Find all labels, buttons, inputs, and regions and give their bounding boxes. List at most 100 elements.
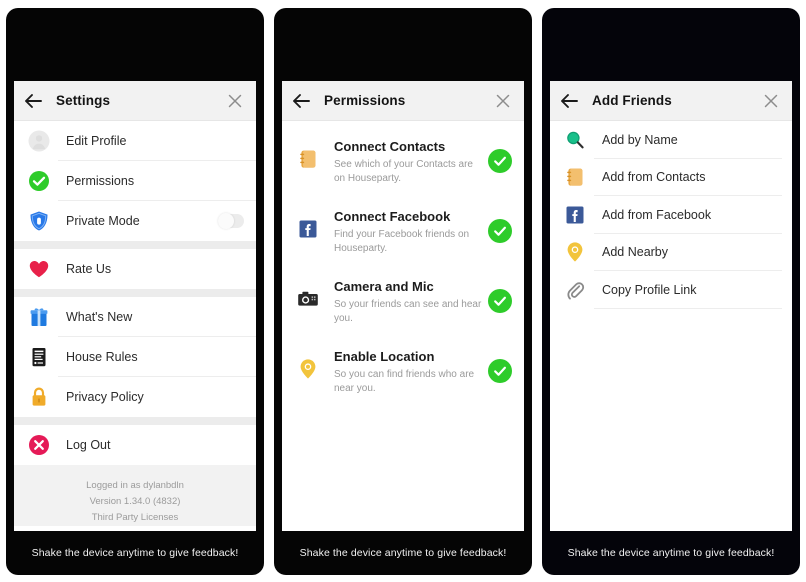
device-bezel-bottom: Shake the device anytime to give feedbac…	[6, 531, 264, 575]
permissions-header: Permissions	[282, 81, 524, 121]
red-heart-icon	[28, 258, 50, 280]
page-title: Settings	[56, 93, 111, 108]
add-friends-item-add-by-name[interactable]: Add by Name	[550, 121, 792, 159]
sidebar-item-house-rules[interactable]: House Rules	[14, 337, 256, 377]
phone-permissions: Permissions Connect Contacts See which o…	[274, 8, 532, 575]
permission-title: Enable Location	[334, 349, 435, 364]
third-party-licenses-link[interactable]: Third Party Licenses	[14, 510, 256, 526]
sidebar-item-private-mode[interactable]: Private Mode	[14, 201, 256, 241]
permission-enabled-check-button[interactable]	[488, 359, 512, 383]
shake-feedback-hint: Shake the device anytime to give feedbac…	[31, 547, 239, 559]
sidebar-item-label: Private Mode	[66, 214, 140, 228]
permission-body: Connect Facebook Find your Facebook frie…	[334, 207, 488, 255]
account-info-footer: Logged in as dylanbdln Version 1.34.0 (4…	[14, 465, 256, 526]
back-arrow-icon[interactable]	[24, 91, 44, 111]
permission-body: Connect Contacts See which of your Conta…	[334, 137, 488, 185]
sidebar-item-rate-us[interactable]: Rate Us	[14, 249, 256, 289]
red-x-circle-icon	[28, 434, 50, 456]
device-bezel-top	[274, 8, 532, 81]
avatar-placeholder-icon	[28, 130, 50, 152]
close-x-icon[interactable]	[494, 92, 512, 110]
add-friends-item-label: Add Nearby	[602, 245, 669, 260]
add-friends-item-add-from-facebook[interactable]: Add from Facebook	[550, 196, 792, 234]
orange-contacts-book-icon	[564, 166, 586, 188]
sidebar-item-label: What's New	[66, 310, 133, 324]
permission-body: Enable Location So you can find friends …	[334, 347, 488, 395]
paperclip-icon	[564, 279, 586, 301]
add-friends-item-copy-profile-link[interactable]: Copy Profile Link	[550, 271, 792, 309]
version-text: Version 1.34.0 (4832)	[89, 496, 181, 507]
sidebar-item-label: Rate Us	[66, 262, 112, 276]
permission-row-connect-contacts[interactable]: Connect Contacts See which of your Conta…	[282, 121, 524, 191]
sidebar-item-privacy-policy[interactable]: Privacy Policy	[14, 377, 256, 417]
blue-shield-icon	[28, 210, 50, 232]
permission-row-connect-facebook[interactable]: Connect Facebook Find your Facebook frie…	[282, 191, 524, 261]
sidebar-item-log-out[interactable]: Log Out	[14, 425, 256, 465]
add-friends-item-label: Add by Name	[602, 132, 678, 147]
permission-subtitle: So your friends can see and hear you.	[334, 299, 482, 324]
section-divider	[14, 417, 256, 425]
add-friends-header: Add Friends	[550, 81, 792, 121]
page-title: Permissions	[324, 93, 406, 108]
permission-row-enable-location[interactable]: Enable Location So you can find friends …	[282, 331, 524, 401]
sidebar-item-permissions[interactable]: Permissions	[14, 161, 256, 201]
page-title: Add Friends	[592, 93, 672, 108]
sidebar-item-label: House Rules	[66, 350, 138, 364]
add-friends-item-label: Copy Profile Link	[602, 282, 697, 297]
facebook-icon	[296, 217, 320, 241]
private-mode-toggle[interactable]	[218, 213, 244, 229]
sidebar-item-label: Privacy Policy	[66, 390, 144, 404]
sidebar-item-label: Permissions	[66, 174, 135, 188]
section-divider	[14, 289, 256, 297]
close-x-icon[interactable]	[762, 92, 780, 110]
sidebar-item-edit-profile[interactable]: Edit Profile	[14, 121, 256, 161]
permissions-list: Connect Contacts See which of your Conta…	[282, 121, 524, 531]
document-rules-icon	[28, 346, 50, 368]
screen-settings: Settings Edit Profile Permissions Privat…	[14, 81, 256, 531]
back-arrow-icon[interactable]	[292, 91, 312, 111]
permission-enabled-check-button[interactable]	[488, 219, 512, 243]
row-divider	[594, 307, 782, 309]
camera-icon	[296, 287, 320, 311]
section-divider	[14, 241, 256, 249]
permission-title: Connect Contacts	[334, 139, 446, 154]
blue-gift-icon	[28, 306, 50, 328]
permission-title: Connect Facebook	[334, 209, 451, 224]
device-bezel-top	[6, 8, 264, 81]
sidebar-item-label: Edit Profile	[66, 134, 127, 148]
green-check-circle-icon	[28, 170, 50, 192]
add-friends-item-label: Add from Facebook	[602, 207, 712, 222]
add-friends-list: Add by Name Add from Contacts Add from F…	[550, 121, 792, 531]
permission-subtitle: See which of your Contacts are on Housep…	[334, 159, 473, 184]
device-bezel-bottom: Shake the device anytime to give feedbac…	[542, 531, 800, 575]
add-friends-item-add-nearby[interactable]: Add Nearby	[550, 233, 792, 271]
yellow-location-pin-icon	[564, 241, 586, 263]
permission-enabled-check-button[interactable]	[488, 149, 512, 173]
permission-enabled-check-button[interactable]	[488, 289, 512, 313]
phone-settings: Settings Edit Profile Permissions Privat…	[6, 8, 264, 575]
settings-header: Settings	[14, 81, 256, 121]
logged-in-as-text: Logged in as dylanbdln	[86, 480, 184, 491]
permission-row-camera-and-mic[interactable]: Camera and Mic So your friends can see a…	[282, 261, 524, 331]
close-x-icon[interactable]	[226, 92, 244, 110]
yellow-padlock-icon	[28, 386, 50, 408]
sidebar-item-whats-new[interactable]: What's New	[14, 297, 256, 337]
facebook-icon	[564, 204, 586, 226]
screen-permissions: Permissions Connect Contacts See which o…	[282, 81, 524, 531]
add-friends-item-add-from-contacts[interactable]: Add from Contacts	[550, 158, 792, 196]
permission-subtitle: Find your Facebook friends on Houseparty…	[334, 229, 470, 254]
screen-add-friends: Add Friends Add by Name Add from Contact…	[550, 81, 792, 531]
shake-feedback-hint: Shake the device anytime to give feedbac…	[299, 547, 507, 559]
permission-title: Camera and Mic	[334, 279, 434, 294]
phone-add-friends: Add Friends Add by Name Add from Contact…	[542, 8, 800, 575]
settings-list: Edit Profile Permissions Private Mode Ra…	[14, 121, 256, 531]
sidebar-item-label: Log Out	[66, 438, 111, 452]
green-magnifier-icon	[564, 129, 586, 151]
permission-subtitle: So you can find friends who are near you…	[334, 369, 475, 394]
shake-feedback-hint: Shake the device anytime to give feedbac…	[567, 547, 775, 559]
orange-contacts-book-icon	[296, 147, 320, 171]
toggle-knob	[218, 213, 234, 229]
back-arrow-icon[interactable]	[560, 91, 580, 111]
device-bezel-top	[542, 8, 800, 81]
yellow-location-pin-icon	[296, 357, 320, 381]
